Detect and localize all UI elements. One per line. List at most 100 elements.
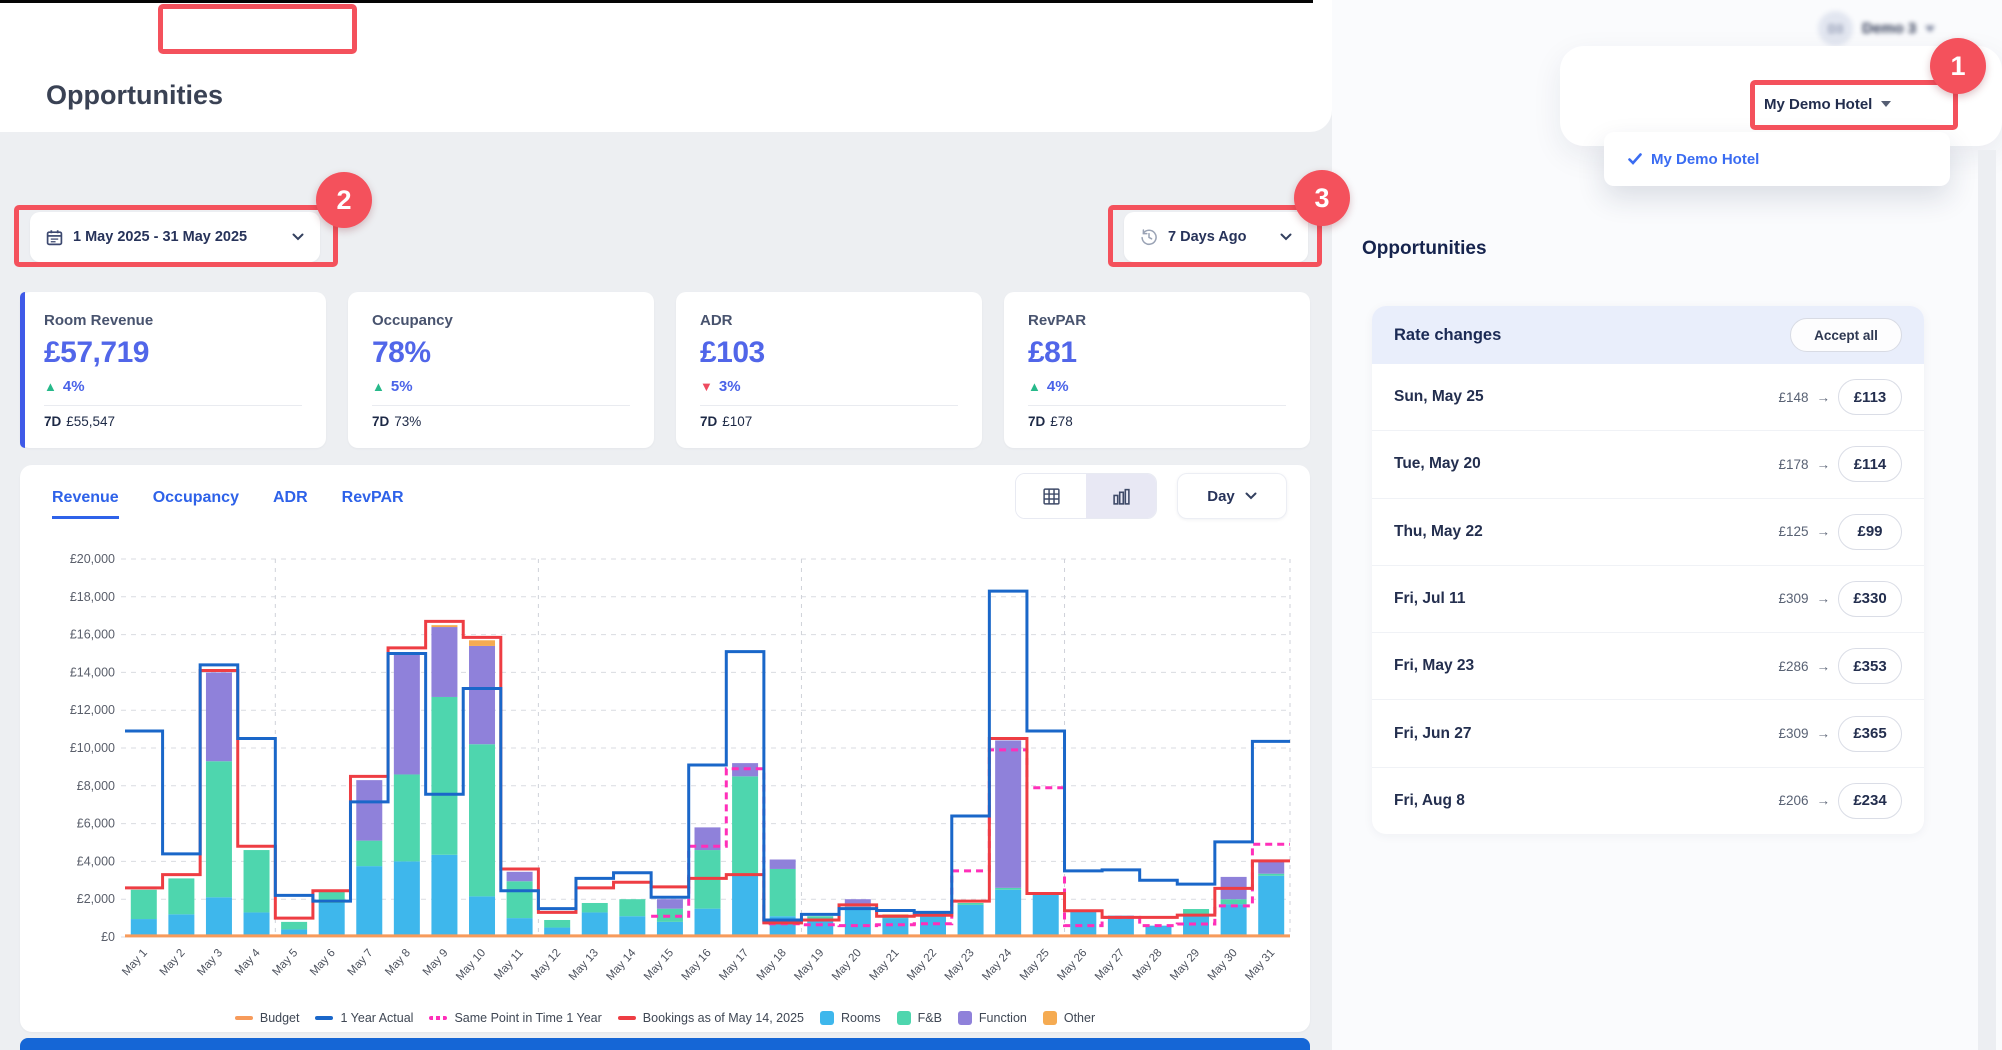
rate-new-price-button[interactable]: £330 bbox=[1838, 581, 1902, 617]
svg-text:May 4: May 4 bbox=[233, 947, 263, 979]
revenue-chart: £0£2,000£4,000£6,000£8,000£10,000£12,000… bbox=[20, 525, 1310, 1005]
rate-date: Fri, May 23 bbox=[1394, 657, 1474, 675]
hotel-selector-label: My Demo Hotel bbox=[1764, 96, 1872, 113]
rate-change-row: Sun, May 25 £148 → £113 bbox=[1372, 364, 1924, 430]
rate-date: Tue, May 20 bbox=[1394, 455, 1481, 473]
arrow-right-icon: → bbox=[1817, 390, 1831, 405]
svg-text:May 20: May 20 bbox=[830, 947, 864, 983]
arrow-right-icon: → bbox=[1817, 793, 1831, 808]
svg-text:May 31: May 31 bbox=[1243, 947, 1277, 983]
rate-old-price: £206 bbox=[1778, 793, 1808, 808]
rate-change-row: Tue, May 20£178→£114 bbox=[1372, 430, 1924, 497]
chart-metric-tabs: Revenue Occupancy ADR RevPAR bbox=[52, 489, 404, 519]
legend-item-bookings-as-of-may-14-2025: Bookings as of May 14, 2025 bbox=[618, 1011, 804, 1025]
legend-swatch bbox=[315, 1016, 333, 1020]
triangle-up-icon: ▲ bbox=[372, 379, 385, 394]
legend-label: Other bbox=[1064, 1011, 1095, 1025]
scrollbar[interactable] bbox=[1978, 150, 1996, 1050]
svg-text:£10,000: £10,000 bbox=[70, 741, 115, 755]
kpi-card-revpar: RevPAR£81▲4%7D£78 bbox=[1004, 292, 1310, 448]
hotel-selector-button[interactable]: My Demo Hotel bbox=[1764, 86, 1891, 122]
triangle-up-icon: ▲ bbox=[44, 379, 57, 394]
tab-occupancy[interactable]: Occupancy bbox=[153, 489, 239, 519]
check-icon bbox=[1628, 153, 1642, 165]
rate-new-price-button[interactable]: £234 bbox=[1838, 783, 1902, 819]
legend-item-same-point-in-time-1-year: Same Point in Time 1 Year bbox=[429, 1011, 601, 1025]
hotel-dropdown-menu: My Demo Hotel bbox=[1604, 132, 1950, 186]
hotel-dropdown-item[interactable]: My Demo Hotel bbox=[1651, 151, 1759, 168]
kpi-seven-day-value: £107 bbox=[722, 414, 752, 429]
chevron-down-icon bbox=[292, 233, 304, 241]
legend-label: 1 Year Actual bbox=[340, 1011, 413, 1025]
user-menu[interactable]: D3 Demo 3 bbox=[1818, 11, 1935, 46]
date-range-button[interactable]: 1 May 2025 - 31 May 2025 bbox=[30, 212, 320, 262]
kpi-delta: ▼3% bbox=[700, 378, 958, 395]
svg-text:May 28: May 28 bbox=[1131, 947, 1165, 983]
chart-card: Revenue Occupancy ADR RevPAR bbox=[20, 465, 1310, 1032]
legend-label: Rooms bbox=[841, 1011, 881, 1025]
page-header: Opportunities bbox=[0, 58, 1332, 132]
caret-down-icon bbox=[1881, 101, 1891, 107]
table-view-button[interactable] bbox=[1016, 474, 1086, 518]
chevron-down-icon bbox=[1280, 233, 1292, 241]
svg-text:May 24: May 24 bbox=[980, 947, 1015, 984]
tab-revpar[interactable]: RevPAR bbox=[342, 489, 404, 519]
rate-old-price: £286 bbox=[1778, 659, 1808, 674]
annotation-badge-1: 1 bbox=[1930, 38, 1986, 94]
svg-text:May 3: May 3 bbox=[195, 947, 225, 978]
rate-new-price-button[interactable]: £353 bbox=[1838, 648, 1902, 684]
compare-period-button[interactable]: 7 Days Ago bbox=[1124, 212, 1308, 262]
rate-new-price-button[interactable]: £365 bbox=[1838, 716, 1902, 752]
view-toggle bbox=[1015, 473, 1157, 519]
kpi-seven-day-prefix: 7D bbox=[372, 414, 389, 429]
chart-view-button[interactable] bbox=[1086, 474, 1156, 518]
rate-date: Thu, May 22 bbox=[1394, 523, 1483, 541]
legend-swatch bbox=[429, 1016, 447, 1020]
svg-text:May 11: May 11 bbox=[492, 947, 526, 982]
interval-select[interactable]: Day bbox=[1177, 473, 1287, 519]
rate-old-price: £148 bbox=[1778, 390, 1808, 405]
rate-new-price-button[interactable]: £113 bbox=[1838, 379, 1902, 415]
svg-text:£8,000: £8,000 bbox=[77, 779, 115, 793]
svg-text:May 2: May 2 bbox=[158, 947, 188, 978]
avatar: D3 bbox=[1818, 11, 1853, 46]
rate-date: Sun, May 25 bbox=[1394, 388, 1484, 406]
kpi-delta: ▲4% bbox=[1028, 378, 1286, 395]
rate-change-row: Fri, Jun 27£309→£365 bbox=[1372, 699, 1924, 766]
accept-all-button[interactable]: Accept all bbox=[1790, 318, 1902, 352]
svg-text:May 9: May 9 bbox=[421, 947, 451, 978]
triangle-down-icon: ▼ bbox=[700, 379, 713, 394]
annotation-badge-3: 3 bbox=[1294, 170, 1350, 226]
tab-adr[interactable]: ADR bbox=[273, 489, 308, 519]
annotation-badge-2: 2 bbox=[316, 172, 372, 228]
rate-changes-header: Rate changes Accept all bbox=[1372, 306, 1924, 364]
divider bbox=[44, 405, 302, 406]
rate-new-price-button[interactable]: £114 bbox=[1838, 446, 1902, 482]
user-name: Demo 3 bbox=[1862, 20, 1916, 37]
svg-text:May 14: May 14 bbox=[604, 947, 639, 984]
compare-period-label: 7 Days Ago bbox=[1168, 229, 1246, 245]
svg-text:£16,000: £16,000 bbox=[70, 628, 115, 642]
svg-text:May 5: May 5 bbox=[270, 947, 300, 978]
kpi-value: £103 bbox=[700, 336, 958, 370]
svg-text:May 17: May 17 bbox=[717, 947, 751, 983]
legend-label: Function bbox=[979, 1011, 1027, 1025]
arrow-right-icon: → bbox=[1817, 659, 1831, 674]
legend-item-budget: Budget bbox=[235, 1011, 300, 1025]
legend-item-other: Other bbox=[1043, 1011, 1095, 1025]
legend-item-1-year-actual: 1 Year Actual bbox=[315, 1011, 413, 1025]
app-root: Signals OpportunitiesAnalyticsPickup Rep… bbox=[0, 0, 2002, 1050]
rate-new-price-button[interactable]: £99 bbox=[1838, 514, 1902, 550]
arrow-right-icon: → bbox=[1817, 591, 1831, 606]
svg-text:May 26: May 26 bbox=[1055, 947, 1089, 983]
legend-swatch bbox=[618, 1016, 636, 1020]
kpi-delta: ▲4% bbox=[44, 378, 302, 395]
rate-date: Fri, Aug 8 bbox=[1394, 792, 1465, 810]
svg-text:May 12: May 12 bbox=[529, 947, 563, 983]
kpi-title: ADR bbox=[700, 312, 958, 329]
rate-changes-list: Sun, May 25 £148 → £113 Tue, May 20£178→£114… bbox=[1372, 364, 1924, 834]
kpi-title: Occupancy bbox=[372, 312, 630, 329]
rate-values: £309→£365 bbox=[1778, 716, 1902, 752]
rate-values: £125→£99 bbox=[1778, 514, 1902, 550]
tab-revenue[interactable]: Revenue bbox=[52, 489, 119, 519]
